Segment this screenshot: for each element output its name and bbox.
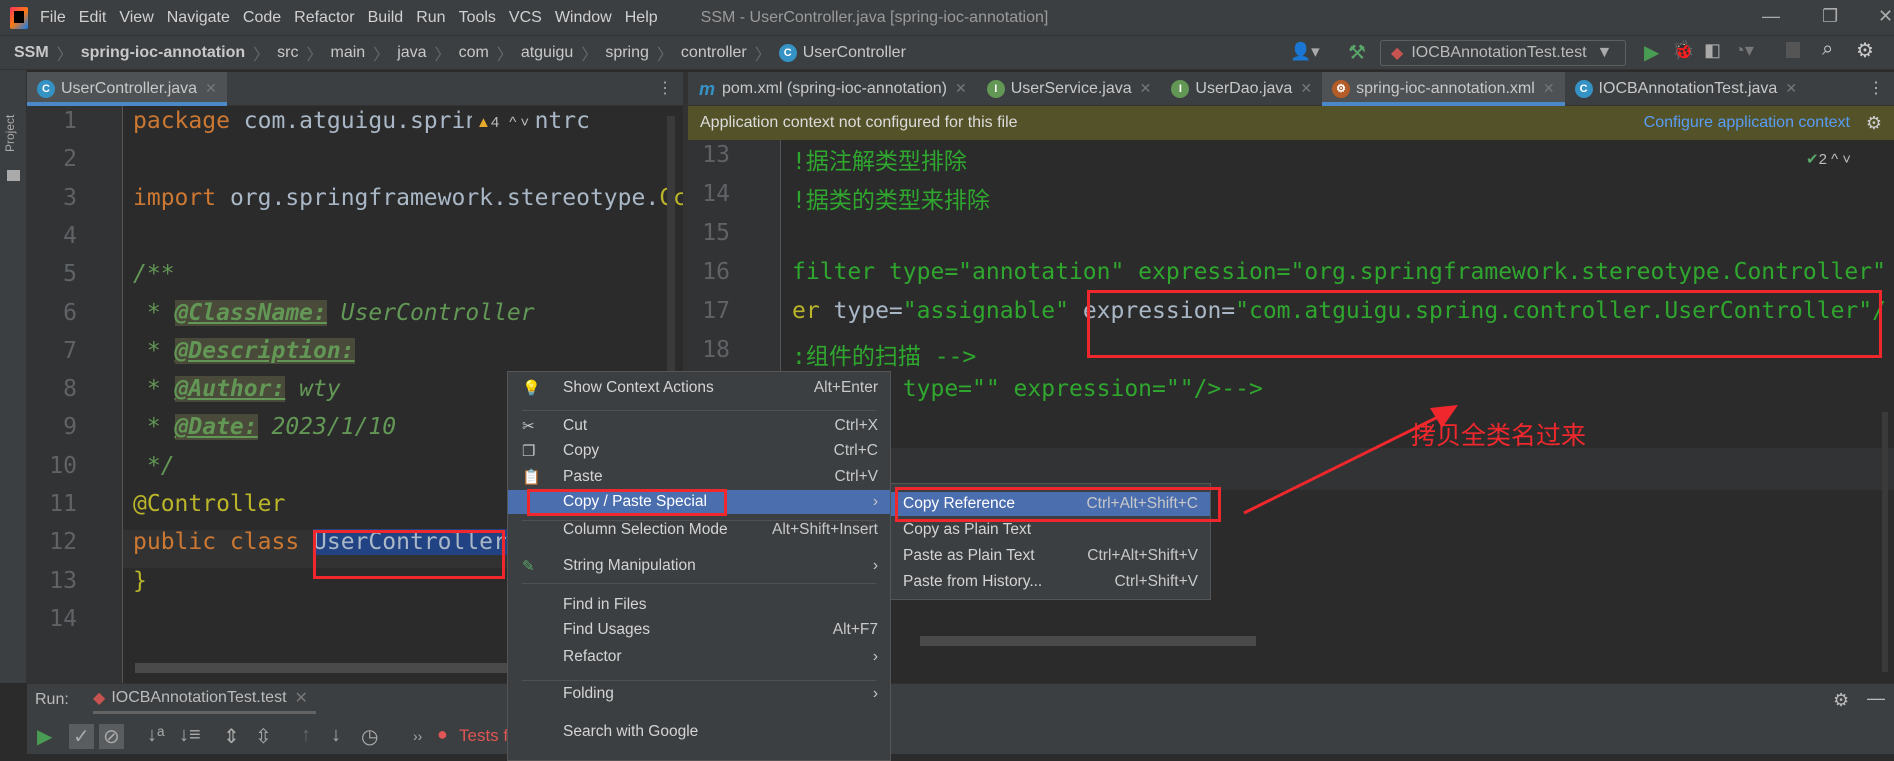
annotation-arrow — [1243, 405, 1458, 515]
annotation-text: 拷贝全类名过来 — [1411, 422, 1587, 450]
